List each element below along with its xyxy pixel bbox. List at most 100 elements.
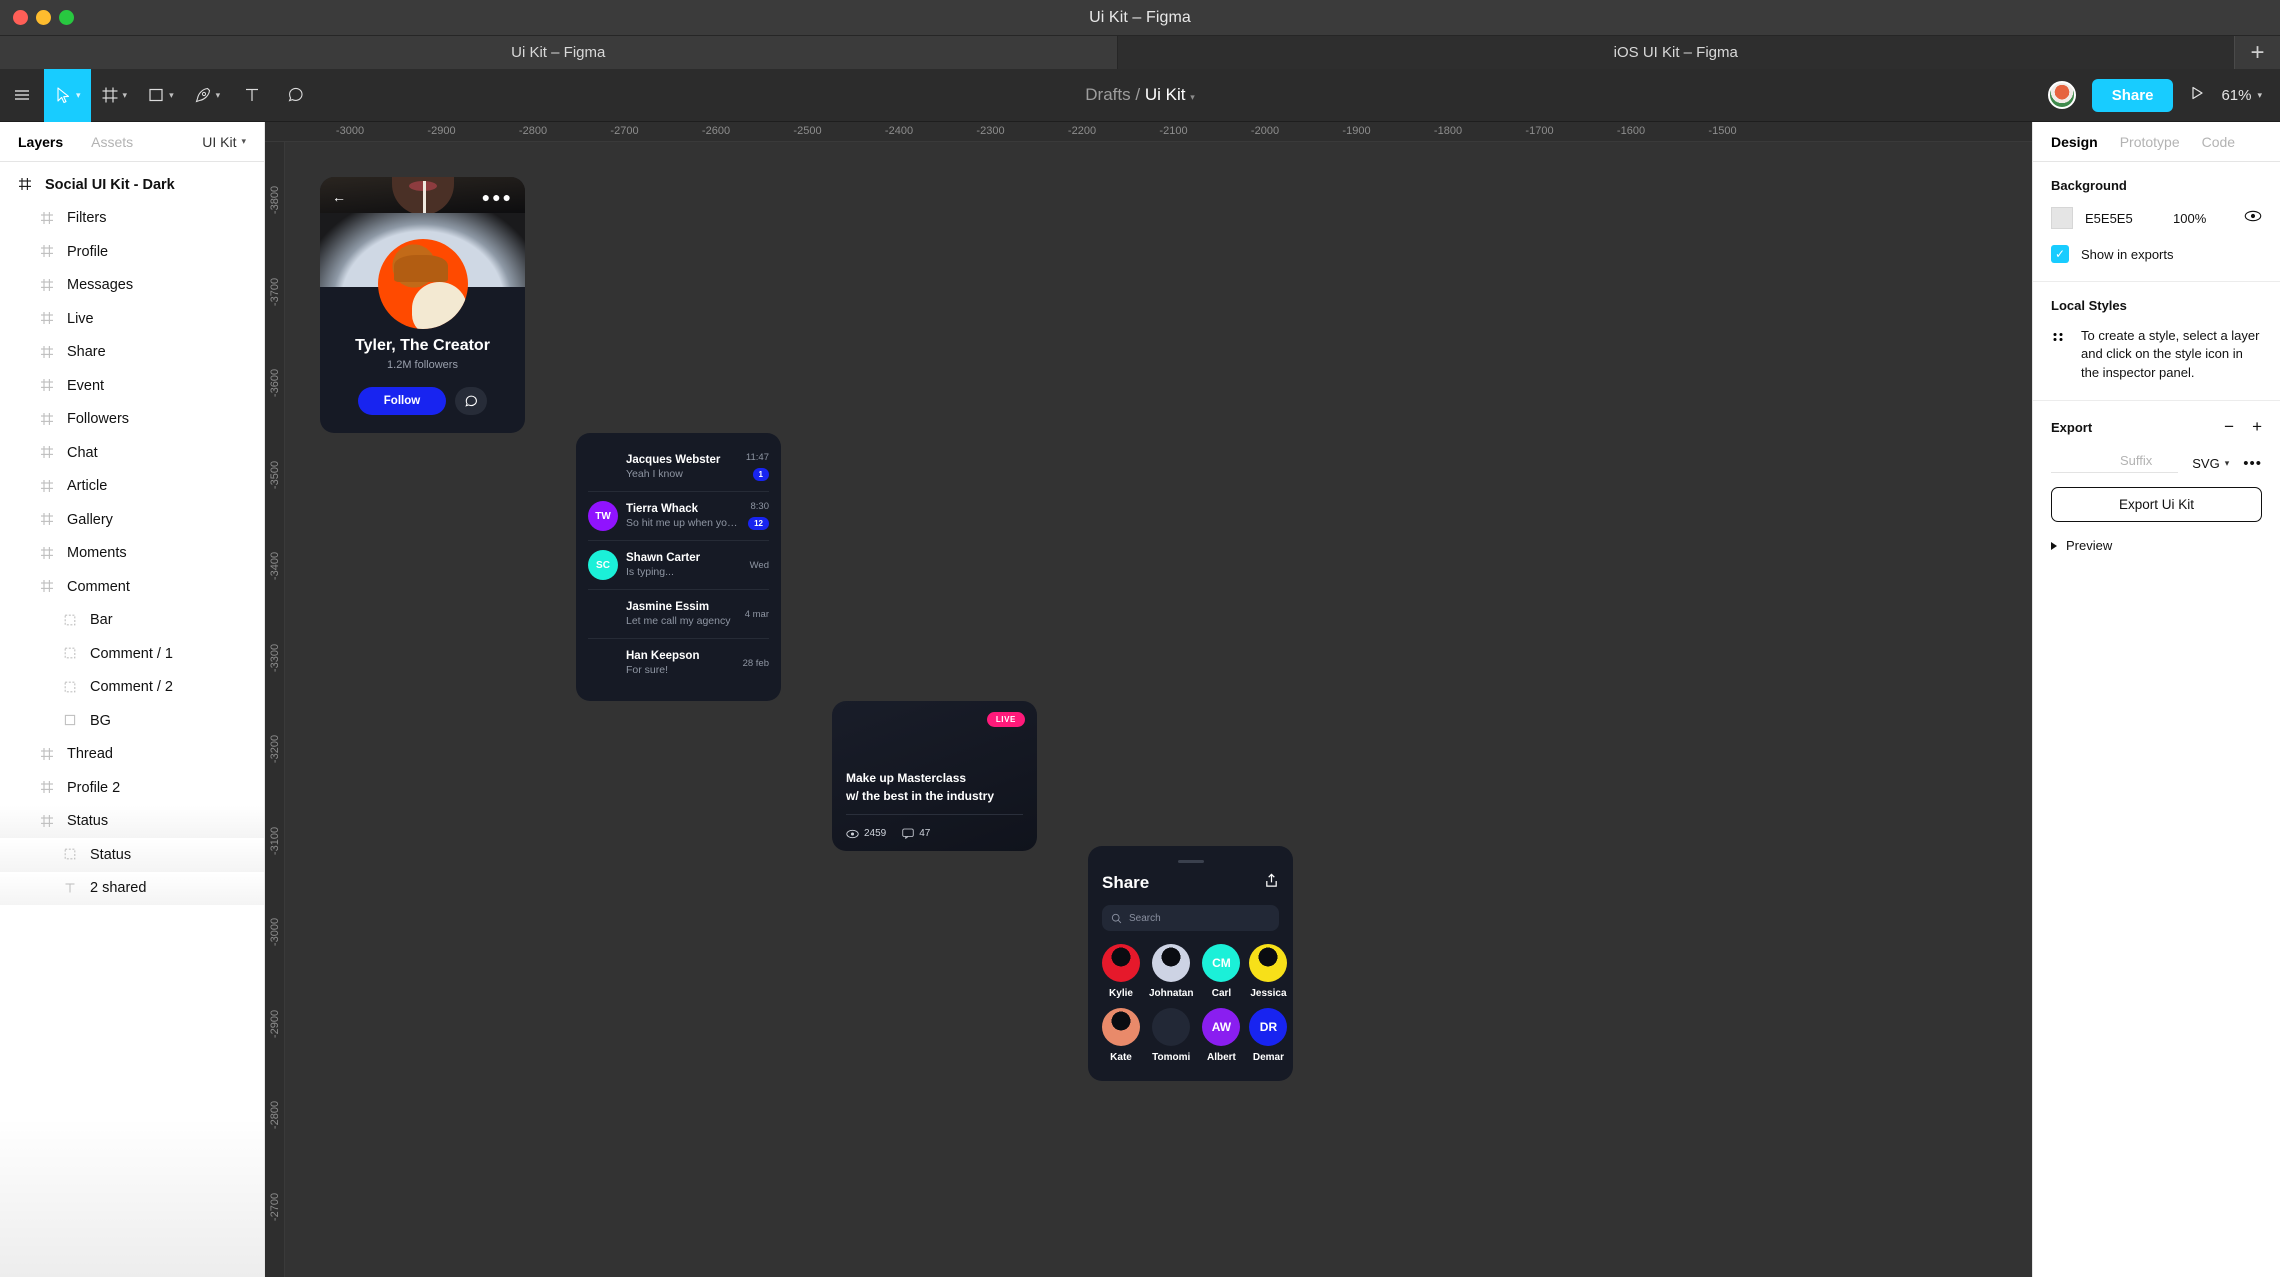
chat-bubble-icon[interactable] — [455, 387, 488, 415]
search-input[interactable]: Search — [1102, 905, 1279, 931]
tab-code[interactable]: Code — [2202, 134, 2235, 150]
share-person[interactable]: Johnatan — [1149, 944, 1193, 999]
share-upload-icon[interactable] — [1264, 873, 1279, 893]
layer-item-share[interactable]: Share — [0, 336, 264, 370]
tab-layers[interactable]: Layers — [18, 134, 63, 150]
message-time: Wed — [749, 559, 769, 571]
frame-live[interactable]: LIVE Make up Masterclass w/ the best in … — [832, 701, 1037, 851]
layer-item-article[interactable]: Article — [0, 470, 264, 504]
play-icon[interactable] — [2189, 85, 2205, 106]
shape-tool-button[interactable]: ▾ — [137, 69, 184, 122]
layer-item-event[interactable]: Event — [0, 369, 264, 403]
ellipsis-icon[interactable]: ••• — [2243, 455, 2262, 472]
breadcrumb-parent[interactable]: Drafts — [1085, 85, 1130, 104]
canvas[interactable]: -3000 -2900 -2800 -2700 -2600 -2500 -2400 -2300… — [265, 122, 2032, 1277]
export-button[interactable]: Export Ui Kit — [2051, 487, 2262, 523]
show-in-exports-row[interactable]: ✓ Show in exports — [2051, 245, 2262, 263]
layer-item-followers[interactable]: Followers — [0, 403, 264, 437]
layer-item-filters[interactable]: Filters — [0, 202, 264, 236]
layer-item-comment[interactable]: Comment — [0, 570, 264, 604]
canvas-page[interactable]: ← ●●● Tyler, The Creator 1.2M followers … — [285, 142, 2032, 1277]
local-styles-section: Local Styles To create a style, select a… — [2033, 282, 2280, 402]
move-tool-button[interactable]: ▾ — [44, 68, 91, 122]
message-row[interactable]: Jacques Webster Yeah I know 11:47 1 — [576, 443, 781, 491]
layers-panel-tabs: Layers Assets UI Kit ▾ — [0, 122, 264, 162]
layer-item-live[interactable]: Live — [0, 302, 264, 336]
frame-messages[interactable]: Jacques Webster Yeah I know 11:47 1 TW Tierra… — [576, 433, 781, 701]
zoom-control[interactable]: 61% ▾ — [2221, 87, 2262, 104]
share-person[interactable]: CM Carl — [1202, 944, 1241, 999]
layer-item-2-shared[interactable]: 2 shared — [0, 871, 264, 905]
share-person[interactable]: Kate — [1102, 1008, 1140, 1063]
layer-tree[interactable]: Social UI Kit - Dark Filters Profile Messag… — [0, 162, 264, 1277]
frame-tool-button[interactable]: ▾ — [91, 69, 138, 122]
layer-item-bar[interactable]: Bar — [0, 604, 264, 638]
frame-share[interactable]: Share Search Kylie Johnatan CM Carl Jessica K… — [1088, 846, 1293, 1081]
ellipsis-icon[interactable]: ●●● — [482, 189, 513, 205]
layer-item-status[interactable]: Status — [0, 838, 264, 872]
chevron-down-icon[interactable]: ▾ — [123, 90, 128, 101]
page-selector[interactable]: UI Kit ▾ — [202, 134, 246, 150]
ruler-tick: -1800 — [1433, 125, 1463, 137]
layer-item-profile[interactable]: Profile — [0, 235, 264, 269]
message-row[interactable]: TW Tierra Whack So hit me up when you're..… — [576, 492, 781, 540]
frame-icon — [40, 378, 55, 393]
main-menu-button[interactable] — [0, 69, 44, 122]
frame-icon — [40, 780, 55, 795]
tab-prototype[interactable]: Prototype — [2120, 134, 2180, 150]
suffix-input[interactable]: Suffix — [2051, 453, 2179, 474]
layer-item-moments[interactable]: Moments — [0, 537, 264, 571]
background-hex[interactable]: E5E5E5 — [2085, 211, 2161, 226]
share-person[interactable]: DR Demar — [1249, 1008, 1288, 1063]
chevron-down-icon[interactable]: ▾ — [169, 90, 174, 101]
avatar[interactable] — [2047, 81, 2076, 109]
chevron-down-icon[interactable]: ▾ — [216, 90, 221, 101]
tab-assets[interactable]: Assets — [91, 134, 133, 150]
layer-item-gallery[interactable]: Gallery — [0, 503, 264, 537]
export-format-select[interactable]: SVG ▾ — [2192, 456, 2229, 471]
share-button[interactable]: Share — [2091, 78, 2174, 112]
layer-item-bg[interactable]: BG — [0, 704, 264, 738]
share-person[interactable]: Kylie — [1102, 944, 1140, 999]
message-row[interactable]: Jasmine Essim Let me call my agency 4 mar — [576, 590, 781, 638]
frame-profile[interactable]: ← ●●● Tyler, The Creator 1.2M followers … — [320, 177, 525, 433]
breadcrumb-document[interactable]: Ui Kit — [1145, 85, 1186, 104]
layer-item-chat[interactable]: Chat — [0, 436, 264, 470]
message-row[interactable]: SC Shawn Carter Is typing... Wed — [576, 541, 781, 589]
drag-handle[interactable] — [1177, 860, 1204, 863]
share-person[interactable]: Jessica — [1249, 944, 1288, 999]
layer-item-thread[interactable]: Thread — [0, 738, 264, 772]
share-person[interactable]: Tomomi — [1149, 1008, 1193, 1063]
comment-tool-button[interactable] — [274, 69, 318, 122]
tab-ios-ui-kit[interactable]: iOS UI Kit – Figma — [1116, 36, 2234, 69]
message-row[interactable]: Han Keepson For sure! 28 feb — [576, 639, 781, 687]
layer-item-comment-1[interactable]: Comment / 1 — [0, 637, 264, 671]
follow-button[interactable]: Follow — [357, 387, 447, 415]
plus-icon[interactable]: + — [2252, 417, 2262, 437]
layer-item-comment-2[interactable]: Comment / 2 — [0, 671, 264, 705]
layer-item-social-ui-kit-dark[interactable]: Social UI Kit - Dark — [0, 168, 264, 202]
arrow-left-icon[interactable]: ← — [332, 189, 346, 205]
pen-tool-button[interactable]: ▾ — [184, 69, 231, 122]
layer-item-messages[interactable]: Messages — [0, 269, 264, 303]
layer-item-profile-2[interactable]: Profile 2 — [0, 771, 264, 805]
checkbox-checked-icon[interactable]: ✓ — [2051, 245, 2069, 263]
share-person[interactable]: AW Albert — [1202, 1008, 1241, 1063]
layer-item-status[interactable]: Status — [0, 804, 264, 838]
new-tab-button[interactable]: + — [2234, 36, 2280, 69]
chevron-down-icon[interactable]: ▾ — [76, 90, 81, 101]
minus-icon[interactable]: − — [2224, 417, 2234, 437]
color-swatch[interactable] — [2051, 207, 2073, 229]
eye-icon[interactable] — [2244, 209, 2262, 227]
background-opacity[interactable]: 100% — [2173, 211, 2206, 226]
export-section: Export − + Suffix SVG ▾ ••• Export Ui Ki… — [2033, 401, 2280, 571]
chevron-down-icon[interactable]: ▾ — [1190, 92, 1195, 102]
preview-disclosure[interactable]: Preview — [2051, 538, 2262, 553]
layer-item-label: Followers — [67, 411, 130, 428]
message-preview: Yeah I know — [626, 468, 683, 480]
avatar: AW — [1202, 1008, 1241, 1046]
text-tool-button[interactable] — [230, 69, 274, 122]
share-people-grid[interactable]: Kylie Johnatan CM Carl Jessica Kate Tomomi AW Al… — [1102, 944, 1288, 1063]
tab-design[interactable]: Design — [2051, 134, 2098, 150]
tab-ui-kit[interactable]: Ui Kit – Figma — [0, 36, 1117, 69]
